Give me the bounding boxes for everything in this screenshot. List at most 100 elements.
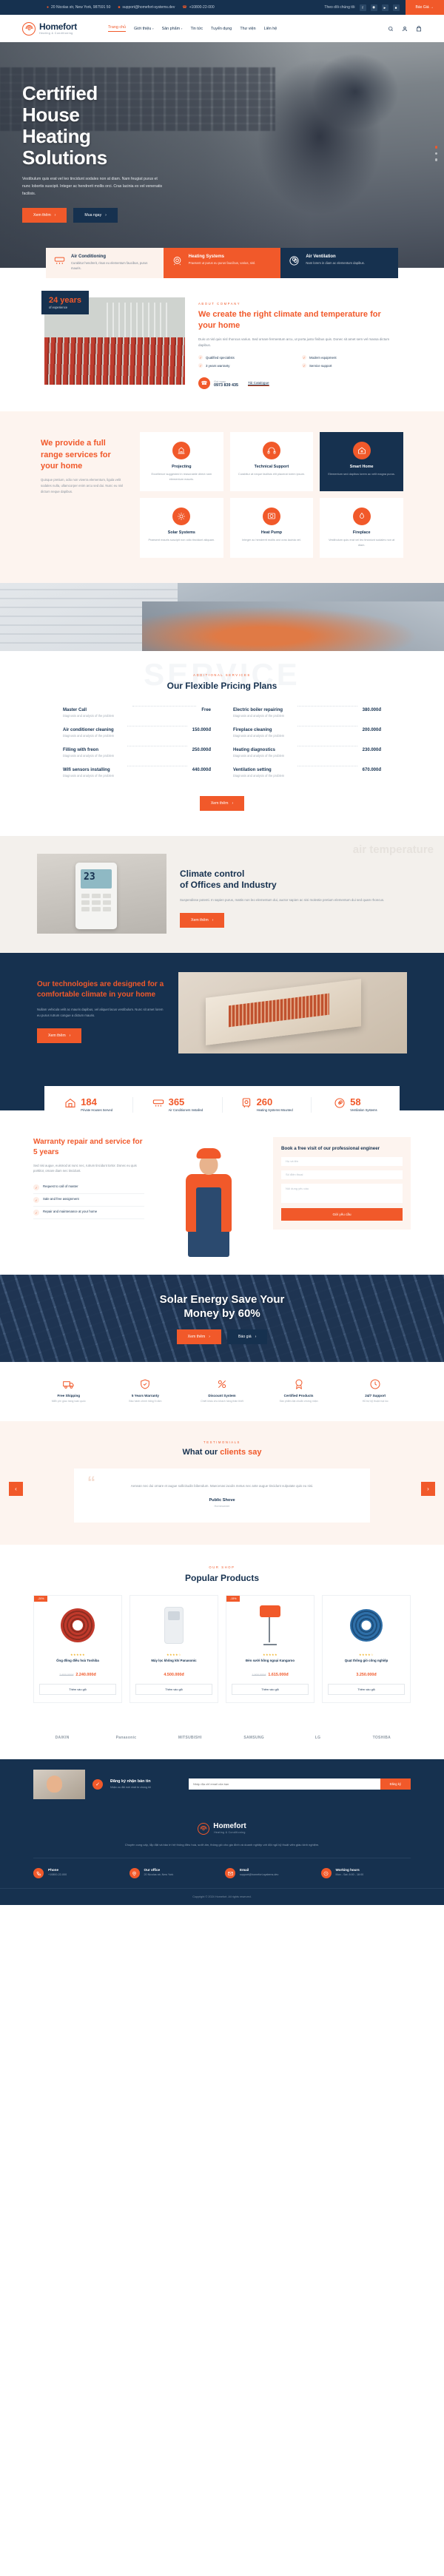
nav-item-news[interactable]: Tin tức	[190, 27, 203, 31]
solar-secondary-button[interactable]: Báo giá ›	[227, 1329, 268, 1344]
subscribe-button[interactable]: Đăng ký	[380, 1778, 411, 1790]
slider-dot-3[interactable]	[434, 158, 437, 161]
user-icon[interactable]	[402, 22, 408, 36]
service-card-smart-home[interactable]: Smart Home Elementum sed dapibus lorem a…	[320, 432, 403, 492]
hero-slider-dots[interactable]	[434, 146, 437, 161]
service-card-solar-systems[interactable]: Solar Systems Praesent mauris suscipit n…	[140, 498, 223, 558]
house-icon	[64, 1097, 76, 1113]
remote-device: 23	[75, 862, 117, 929]
topbar-phone[interactable]: ☎ +10800-22-000	[182, 5, 214, 10]
product-tag: -15%	[226, 1595, 240, 1602]
service-card-heat-pump[interactable]: Heat Pump Integer ac hendrerit mollis or…	[229, 498, 314, 558]
header-icons	[388, 22, 422, 36]
service-tab-air-conditioning[interactable]: Air Conditioning Curabitur hendrerit, ri…	[46, 248, 164, 278]
hero-primary-button[interactable]: Xem thêm ›	[22, 208, 67, 223]
image-strip-banner	[0, 582, 444, 651]
testimonial-role: Homeowner	[214, 1503, 230, 1508]
nav-item-products[interactable]: Sản phẩm ▾	[162, 27, 183, 31]
subscribe-email-input[interactable]	[189, 1778, 380, 1790]
nav-item-contact[interactable]: Liên hệ	[264, 27, 278, 31]
catalog-link[interactable]: Tải Catalogue	[247, 381, 269, 386]
service-tab-air-ventilation[interactable]: Air Ventilation Nam lorem in diam ac ele…	[280, 248, 399, 278]
stat-ventilation-systems: 58 Ventilation Systems	[312, 1097, 400, 1113]
brand-logo[interactable]: TOSHIBA	[353, 1730, 411, 1746]
product-rating: ★★★★★	[70, 1652, 85, 1656]
warranty-submit-button[interactable]: Gửi yêu cầu	[281, 1207, 403, 1221]
instagram-icon[interactable]: ◉	[370, 4, 377, 11]
check-icon: ✓	[33, 1210, 39, 1216]
warranty-name-field[interactable]: Họ và tên	[281, 1156, 403, 1166]
technology-button[interactable]: Xem thêm ›	[37, 1028, 82, 1044]
zalo-icon[interactable]: ■	[392, 4, 400, 11]
slider-dot-2[interactable]	[434, 152, 437, 155]
pin-icon	[129, 1868, 140, 1879]
nav-item-careers[interactable]: Tuyển dụng	[211, 27, 232, 31]
topbar-phone-text: +10800-22-000	[189, 5, 215, 10]
footer-phone[interactable]: Phone +10800-22-000	[33, 1868, 124, 1879]
phone-icon: ☎	[182, 5, 187, 10]
main-nav: Trang chủ Giới thiệu ▾ Sản phẩm ▾ Tin tức …	[107, 25, 278, 32]
slider-dot-1[interactable]	[434, 146, 437, 149]
badge-number: 24 years	[49, 295, 82, 305]
check-icon: ✓	[198, 363, 203, 368]
product-rating: ★★★★☆	[359, 1652, 374, 1656]
testimonial-prev-button[interactable]: ‹	[9, 1481, 23, 1496]
support-icon	[262, 442, 280, 460]
search-icon[interactable]	[388, 22, 394, 36]
products-section: Our Shop Popular Products -20% ★★★★★ Ống…	[0, 1544, 444, 1719]
add-to-cart-button[interactable]: Thêm vào giỏ	[135, 1683, 212, 1695]
call-now-block[interactable]: ☎ Gọi ngay 0973 839 435	[198, 377, 238, 390]
discount-icon	[216, 1378, 228, 1390]
product-card[interactable]: ★★★★☆ Máy lọc không khí Panasonic 4.500.…	[130, 1594, 218, 1703]
services-intro: We provide a full range services for you…	[41, 432, 128, 558]
warranty-message-field[interactable]: Nội dung yêu cầu	[281, 1183, 403, 1203]
hero-secondary-button[interactable]: Mua ngay ›	[73, 208, 118, 223]
nav-item-library[interactable]: Thư viện	[240, 27, 255, 31]
products-heading: Popular Products	[184, 1572, 259, 1583]
brand-logo[interactable]: LG	[289, 1730, 346, 1746]
nav-item-about[interactable]: Giới thiệu ▾	[134, 27, 154, 31]
footer-email[interactable]: Email support@homefort-systems.dev	[225, 1868, 315, 1879]
quote-icon: “	[87, 1473, 95, 1492]
product-rating: ★★★★☆	[166, 1652, 181, 1656]
quote-button[interactable]: Báo Giá →	[405, 0, 444, 15]
add-to-cart-button[interactable]: Thêm vào giỏ	[328, 1683, 405, 1695]
logo[interactable]: Homefort Heating & Conditioning	[22, 21, 77, 36]
nav-item-home[interactable]: Trang chủ	[107, 25, 127, 32]
product-card[interactable]: -20% ★★★★★ Ống đồng điều hoà Toshiba 2.8…	[33, 1594, 122, 1703]
add-to-cart-button[interactable]: Thêm vào giỏ	[232, 1683, 309, 1695]
footer-logo[interactable]: Homefort Heating & Conditioning	[198, 1822, 246, 1835]
facebook-icon[interactable]: f	[359, 4, 366, 11]
product-card[interactable]: -15% ★★★★★ Đèn sưởi hồng ngoại Kangaroo …	[226, 1594, 314, 1703]
service-card-projecting[interactable]: Projecting Excellence suggested in reaso…	[140, 432, 223, 492]
cart-icon[interactable]	[416, 22, 422, 36]
about-eyebrow: About Company	[198, 301, 241, 306]
stat-label: Private Houses Served	[81, 1107, 113, 1112]
climate-button[interactable]: Xem thêm ›	[180, 913, 225, 928]
features-section: Free Shipping Miễn phí giao hàng toàn qu…	[0, 1361, 444, 1422]
brand-logo[interactable]: MITSUBISHI	[161, 1730, 219, 1746]
heatpump-icon	[262, 508, 280, 526]
infrared-heater-icon	[258, 1605, 283, 1645]
warranty-phone-field[interactable]: Số điện thoại	[281, 1170, 403, 1179]
add-to-cart-button[interactable]: Thêm vào giỏ	[39, 1683, 116, 1695]
topbar-address: ● 20 Nicolas str, New York, 987591 50	[47, 5, 110, 10]
service-card-fireplace[interactable]: Fireplace Vestibulum quis erat vel leo t…	[320, 498, 403, 558]
footer-brand: Homefort	[213, 1822, 246, 1831]
testimonial-next-button[interactable]: ›	[421, 1481, 435, 1496]
services-grid: Projecting Excellence suggested in reaso…	[140, 432, 403, 558]
brand-logo[interactable]: DAIKIN	[33, 1730, 91, 1746]
youtube-icon[interactable]: ►	[381, 4, 388, 11]
pricing-button[interactable]: Xem thêm ›	[199, 795, 245, 811]
product-image	[135, 1602, 212, 1648]
footer-top: Homefort Heating & Conditioning Chuyên c…	[33, 1822, 411, 1858]
brand-logo[interactable]: SAMSUNG	[225, 1730, 283, 1746]
product-image	[39, 1602, 116, 1648]
support24-icon	[369, 1378, 381, 1390]
service-tab-heating-systems[interactable]: Heating Systems Praesent ut purus eu pur…	[163, 248, 281, 278]
topbar-email[interactable]: ■ support@homefort-systems.dev	[118, 5, 175, 10]
brand-logo[interactable]: Panasonic	[97, 1730, 155, 1746]
product-card[interactable]: ★★★★☆ Quạt thông gió công nghiệp 3.250.0…	[322, 1594, 411, 1703]
solar-primary-button[interactable]: Xem thêm ›	[176, 1329, 222, 1344]
service-card-technical-support[interactable]: Technical Support Curabitur at neque fac…	[229, 432, 314, 492]
